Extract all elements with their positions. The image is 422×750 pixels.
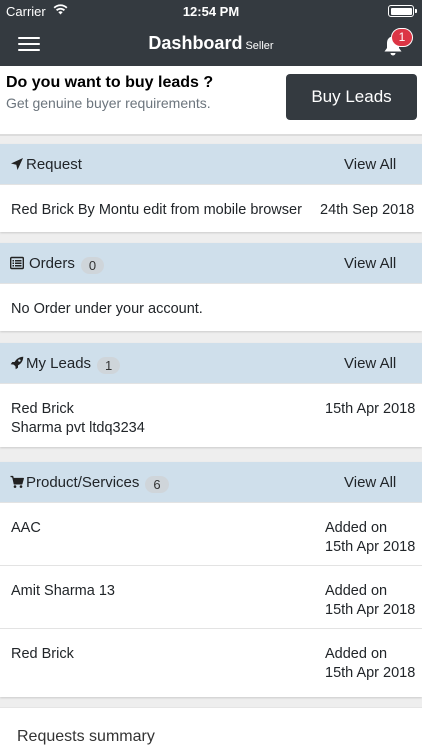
my-leads-view-all-link[interactable]: View All — [344, 355, 396, 372]
requests-summary-title: Requests summary — [17, 728, 155, 745]
products-header: Product/Services 6 View All — [0, 462, 422, 502]
products-label: Product/Services — [26, 474, 140, 491]
lead-name: Red Brick — [11, 401, 74, 417]
orders-title: Orders 0 — [29, 255, 105, 274]
list-alt-icon — [10, 256, 24, 270]
buy-leads-title: Do you want to buy leads ? — [6, 74, 214, 91]
orders-count-badge: 0 — [80, 257, 105, 274]
shopping-cart-icon — [10, 475, 24, 488]
buy-leads-subtitle: Get genuine buyer requirements. — [6, 95, 211, 111]
product-date: 15th Apr 2018 — [325, 665, 416, 681]
page-title: Dashboard Seller — [0, 33, 422, 54]
product-added-label: Added on — [325, 646, 388, 662]
product-row[interactable]: AAC Added on 15th Apr 2018 — [0, 502, 422, 565]
status-time: 12:54 PM — [182, 4, 240, 19]
buy-leads-card: Do you want to buy leads ? Get genuine b… — [0, 66, 422, 136]
rocket-icon — [10, 356, 24, 370]
products-view-all-link[interactable]: View All — [344, 474, 396, 491]
page-title-main: Dashboard — [148, 33, 243, 53]
request-date: 24th Sep 2018 — [320, 202, 415, 218]
location-arrow-icon — [11, 158, 23, 170]
request-title: Request — [26, 156, 82, 173]
product-date: 15th Apr 2018 — [325, 602, 416, 618]
battery-icon — [388, 5, 417, 17]
my-leads-header: My Leads 1 View All — [0, 343, 422, 383]
my-leads-section: My Leads 1 View All Red Brick Sharma pvt … — [0, 343, 422, 447]
lead-date: 15th Apr 2018 — [325, 401, 416, 417]
product-name: Red Brick — [11, 646, 74, 662]
request-row[interactable]: Red Brick By Montu edit from mobile brow… — [0, 184, 422, 232]
requests-summary-card: Requests summary — [0, 707, 422, 750]
product-row[interactable]: Red Brick Added on 15th Apr 2018 — [0, 628, 422, 691]
orders-view-all-link[interactable]: View All — [344, 255, 396, 272]
request-name: Red Brick By Montu edit from mobile brow… — [11, 202, 302, 218]
product-added-label: Added on — [325, 583, 388, 599]
orders-empty-row: No Order under your account. — [0, 283, 422, 331]
page-title-role: Seller — [245, 40, 274, 52]
orders-label: Orders — [29, 255, 75, 272]
orders-empty-text: No Order under your account. — [11, 301, 203, 317]
request-section: Request View All Red Brick By Montu edit… — [0, 144, 422, 232]
products-title: Product/Services 6 — [26, 474, 169, 493]
products-count-badge: 6 — [145, 476, 169, 493]
product-added-label: Added on — [325, 520, 388, 536]
lead-company: Sharma pvt ltdq3234 — [11, 420, 145, 436]
product-name: AAC — [11, 520, 41, 536]
my-leads-title: My Leads 1 — [26, 355, 121, 374]
notification-badge[interactable]: 1 — [391, 28, 413, 47]
product-row[interactable]: Amit Sharma 13 Added on 15th Apr 2018 — [0, 565, 422, 628]
product-date: 15th Apr 2018 — [325, 539, 416, 555]
products-section: Product/Services 6 View All AAC Added on … — [0, 462, 422, 697]
my-leads-row[interactable]: Red Brick Sharma pvt ltdq3234 15th Apr 2… — [0, 383, 422, 447]
status-bar: Carrier 12:54 PM — [0, 0, 422, 22]
product-name: Amit Sharma 13 — [11, 583, 115, 599]
orders-section: Orders 0 View All No Order under your acc… — [0, 243, 422, 331]
orders-header: Orders 0 View All — [0, 243, 422, 283]
buy-leads-button[interactable]: Buy Leads — [286, 74, 417, 120]
my-leads-count-badge: 1 — [97, 357, 121, 374]
my-leads-label: My Leads — [26, 355, 92, 372]
top-navbar: Dashboard Seller — [0, 22, 422, 66]
request-view-all-link[interactable]: View All — [344, 156, 396, 173]
request-header: Request View All — [0, 144, 422, 184]
